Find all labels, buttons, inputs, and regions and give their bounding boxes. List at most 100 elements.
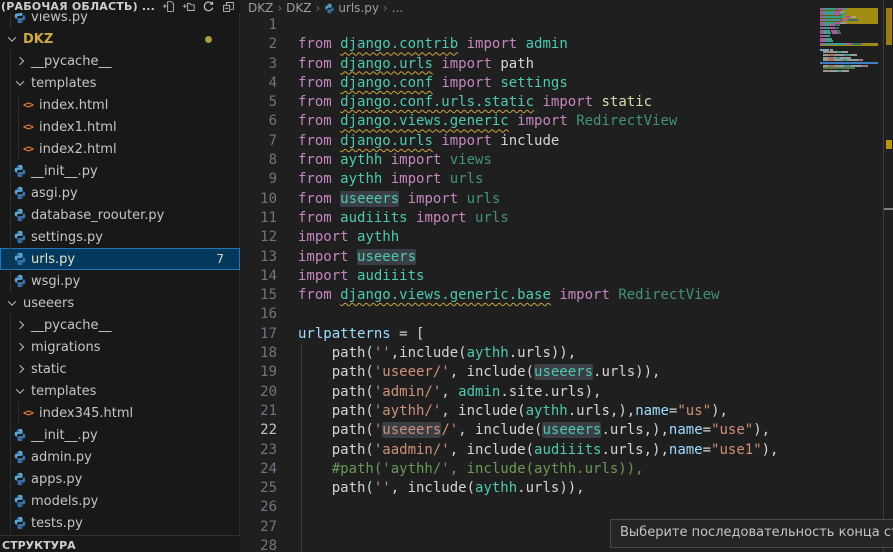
breadcrumb-segment[interactable]: DKZ xyxy=(248,1,273,15)
tree-file-urls-py[interactable]: urls.py7 xyxy=(0,248,240,270)
python-file-icon xyxy=(12,449,28,465)
tree-file-wsgi-py[interactable]: wsgi.py xyxy=(0,270,240,292)
tree-file-settings-py[interactable]: settings.py xyxy=(0,226,240,248)
code-token: import xyxy=(441,133,500,149)
collapse-folders-icon[interactable] xyxy=(222,0,235,13)
tree-indent-guide xyxy=(10,182,11,204)
breadcrumb-label: DKZ xyxy=(286,1,311,15)
tree-file-tests-py[interactable]: tests.py xyxy=(0,512,240,534)
tree-item-label: templates xyxy=(31,76,96,91)
breadcrumb-separator: › xyxy=(316,1,321,15)
code-token xyxy=(382,152,390,168)
code-token: import xyxy=(391,152,450,168)
tree-folder-templates[interactable]: templates xyxy=(0,380,240,402)
code-token: name xyxy=(669,422,703,438)
python-file-icon xyxy=(12,273,28,289)
line-number-gutter[interactable]: 1234567891011121314151617181920212223242… xyxy=(241,16,277,552)
tree-file-index-html[interactable]: <>index.html xyxy=(0,94,240,116)
code-token: from xyxy=(298,191,340,207)
code-token: import xyxy=(441,75,500,91)
code-token: .urls,), xyxy=(601,422,668,438)
minimap[interactable] xyxy=(820,0,878,552)
tree-indent-guide xyxy=(10,380,11,402)
new-folder-icon[interactable] xyxy=(182,0,195,13)
line-number: 4 xyxy=(241,74,277,93)
tree-item-label: asgi.py xyxy=(31,186,78,201)
tree-folder-dkz[interactable]: DKZ xyxy=(0,28,240,50)
refresh-explorer-icon[interactable] xyxy=(202,0,215,13)
code-token: .urls)), xyxy=(509,345,576,361)
chevron-down-icon[interactable] xyxy=(12,75,28,91)
modified-dot-badge xyxy=(205,36,212,43)
tree-indent-guide xyxy=(10,116,11,138)
tree-folder-static[interactable]: static xyxy=(0,358,240,380)
code-token: django.conf.urls.static xyxy=(340,94,534,110)
tree-folder--pycache-[interactable]: __pycache__ xyxy=(0,314,240,336)
code-token: "use" xyxy=(711,422,753,438)
chevron-down-icon[interactable] xyxy=(4,31,20,47)
chevron-down-icon[interactable] xyxy=(12,383,28,399)
minimap-line xyxy=(828,57,835,59)
python-file-icon xyxy=(12,427,28,443)
chevron-right-icon[interactable] xyxy=(12,339,28,355)
tree-folder-migrations[interactable]: migrations xyxy=(0,336,240,358)
tree-file-apps-py[interactable]: apps.py xyxy=(0,468,240,490)
code-token: import xyxy=(517,113,576,129)
minimap-line xyxy=(835,24,839,26)
tree-file--init-py[interactable]: __init__.py xyxy=(0,160,240,182)
tree-file-models-py[interactable]: models.py xyxy=(0,490,240,512)
code-token: name xyxy=(669,442,703,458)
code-token: , include( xyxy=(458,422,542,438)
outline-section-header[interactable]: СТРУКТУРА xyxy=(0,535,240,552)
chevron-right-icon[interactable] xyxy=(12,317,28,333)
tree-file--init-py[interactable]: __init__.py xyxy=(0,424,240,446)
tree-folder-templates[interactable]: templates xyxy=(0,72,240,94)
code-content[interactable]: from django.contrib import adminfrom dja… xyxy=(298,16,778,552)
workspace-section-header[interactable]: (РАБОЧАЯ ОБЛАСТЬ) ... xyxy=(0,0,240,13)
line-number: 8 xyxy=(241,151,277,170)
code-token: import xyxy=(416,210,475,226)
tree-file-index1-html[interactable]: <>index1.html xyxy=(0,116,240,138)
breadcrumb-segment[interactable]: DKZ xyxy=(286,1,311,15)
minimap-line xyxy=(826,38,832,40)
breadcrumb: DKZ›DKZ›urls.py›... xyxy=(241,0,893,16)
code-token: import xyxy=(559,287,618,303)
tree-file-admin-py[interactable]: admin.py xyxy=(0,446,240,468)
tree-file-asgi-py[interactable]: asgi.py xyxy=(0,182,240,204)
tree-file-index345-html[interactable]: <>index345.html xyxy=(0,402,240,424)
breadcrumb-segment[interactable]: ... xyxy=(392,1,403,15)
tree-folder--pycache-[interactable]: __pycache__ xyxy=(0,50,240,72)
tree-folder-useeers[interactable]: useeers xyxy=(0,292,240,314)
code-token: from xyxy=(298,171,340,187)
tree-item-label: urls.py xyxy=(31,252,75,267)
code-token: , include( xyxy=(450,364,534,380)
python-file-icon xyxy=(12,207,28,223)
code-token: aythh xyxy=(340,152,382,168)
new-file-icon[interactable] xyxy=(162,0,175,13)
tree-indent-guide xyxy=(10,490,11,512)
breadcrumb-segment[interactable]: urls.py xyxy=(324,1,379,15)
line-number: 23 xyxy=(241,441,277,460)
chevron-down-icon[interactable] xyxy=(4,295,20,311)
line-number: 18 xyxy=(241,344,277,363)
code-token: ,include( xyxy=(391,345,467,361)
overview-ruler[interactable] xyxy=(884,0,893,552)
code-line: path('', include(aythh.urls)), xyxy=(298,479,778,498)
code-token: .site.urls), xyxy=(500,384,601,400)
code-token: .urls,), xyxy=(568,403,635,419)
minimap-line xyxy=(824,43,845,45)
minimap-warning-band xyxy=(842,21,878,24)
chevron-right-icon[interactable] xyxy=(12,53,28,69)
vscode-window: views.pyDKZ__pycache__templates<>index.h… xyxy=(0,0,893,552)
code-line xyxy=(298,16,778,35)
minimap-current-line xyxy=(820,62,878,64)
tree-file-index2-html[interactable]: <>index2.html xyxy=(0,138,240,160)
python-file-icon xyxy=(12,229,28,245)
chevron-right-icon[interactable] xyxy=(12,361,28,377)
tree-indent-guide xyxy=(10,424,11,446)
python-file-icon xyxy=(12,163,28,179)
code-token: .urls)), xyxy=(517,480,584,496)
python-file-icon xyxy=(12,471,28,487)
tree-file-database-roouter-py[interactable]: database_roouter.py xyxy=(0,204,240,226)
minimap-line xyxy=(835,27,838,29)
